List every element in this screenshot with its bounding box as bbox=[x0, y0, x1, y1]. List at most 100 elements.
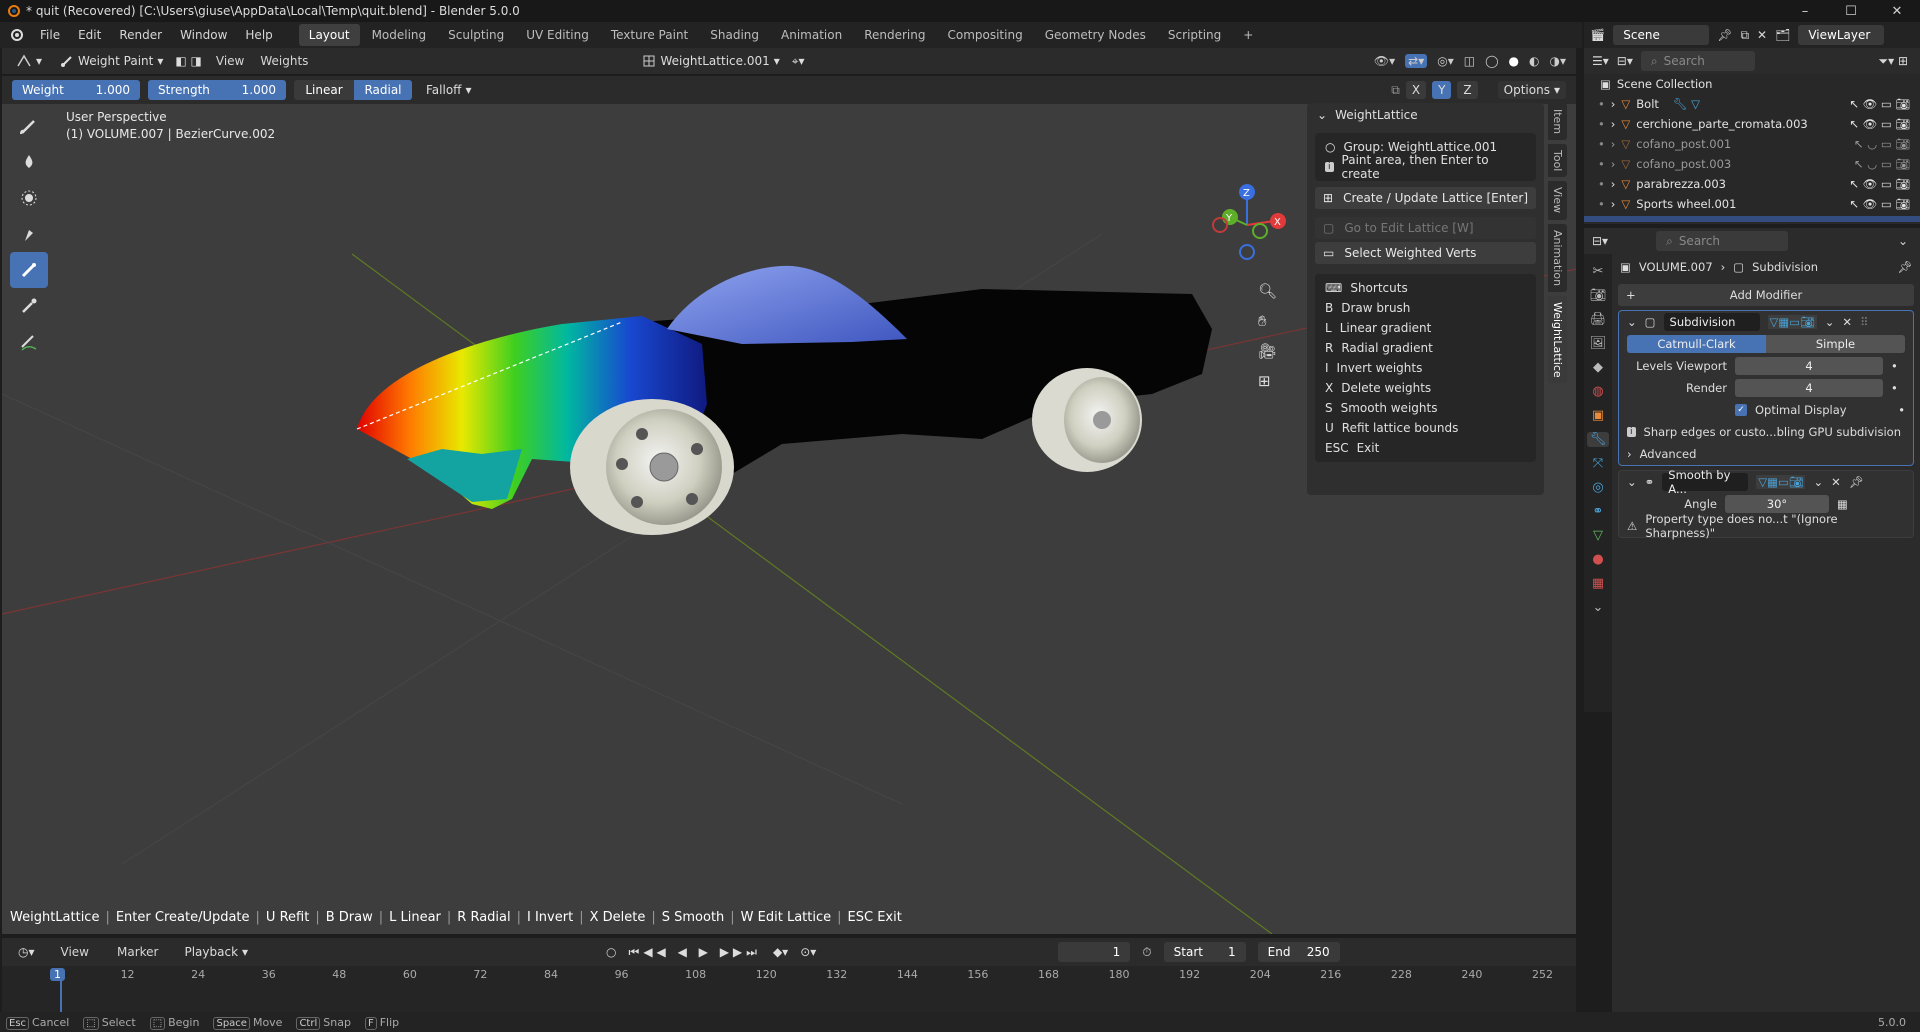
simple-button[interactable]: Simple bbox=[1766, 335, 1905, 353]
tool-tab-icon[interactable]: ✂ bbox=[1593, 264, 1604, 279]
end-frame-field[interactable]: End 250 bbox=[1257, 942, 1340, 962]
tab-layout[interactable]: Layout bbox=[298, 24, 360, 46]
dropdown-icon[interactable]: ⌄ bbox=[1825, 315, 1835, 329]
timeline-editor-dropdown[interactable]: ◷▾ bbox=[12, 943, 41, 961]
pan-hand-icon[interactable]: ✋︎ bbox=[1258, 312, 1277, 330]
start-frame-field[interactable]: Start 1 bbox=[1163, 942, 1246, 962]
menu-view[interactable]: View bbox=[208, 51, 252, 71]
radial-button[interactable]: Radial bbox=[354, 80, 412, 100]
menu-help[interactable]: Help bbox=[237, 25, 280, 45]
object-data-dropdown[interactable]: WeightLattice.001 ▾ bbox=[636, 52, 785, 70]
editor-type-dropdown[interactable]: ▾ bbox=[10, 52, 48, 70]
mode-dropdown[interactable]: Weight Paint ▾ bbox=[54, 52, 169, 70]
tab-compositing[interactable]: Compositing bbox=[937, 24, 1032, 46]
collapse-icon[interactable]: ⌄ bbox=[1627, 475, 1637, 489]
create-lattice-button[interactable]: ⊞ Create / Update Lattice [Enter] bbox=[1315, 187, 1536, 209]
view-layer-selector[interactable]: ViewLayer bbox=[1798, 25, 1885, 45]
options-chevron-icon[interactable]: ⌄ bbox=[1898, 234, 1920, 248]
keyframe-dot-icon[interactable]: • bbox=[1891, 359, 1898, 373]
outliner-editor-icon[interactable]: ☰▾ bbox=[1592, 54, 1609, 68]
close-button[interactable]: ✕ bbox=[1874, 4, 1920, 19]
smear-tool-button[interactable] bbox=[10, 216, 48, 252]
grid-view-icon[interactable]: ⊞ bbox=[1258, 372, 1277, 390]
menu-window[interactable]: Window bbox=[172, 25, 235, 45]
gizmo-icon[interactable]: ⇄▾ bbox=[1405, 54, 1428, 68]
tab-animation[interactable]: Animation bbox=[771, 24, 852, 46]
expand-icon[interactable]: › bbox=[1611, 177, 1616, 191]
new-scene-icon[interactable]: ⧉ bbox=[1740, 28, 1749, 43]
edit-mode-toggle-icon[interactable]: ▽▦▭📷︎ bbox=[1756, 475, 1806, 489]
dropdown-icon[interactable]: ⌄ bbox=[1813, 475, 1823, 489]
outliner-row[interactable]: • › ▽ Sports wheel.001 ↖ 👁 ▭ 📷︎ bbox=[1584, 194, 1920, 214]
tab-item[interactable]: Item bbox=[1548, 103, 1567, 141]
keyframe-dot-icon[interactable]: • bbox=[1898, 403, 1905, 417]
gradient-tool-button[interactable] bbox=[10, 252, 48, 288]
tab-tool[interactable]: Tool bbox=[1548, 144, 1567, 178]
record-icon[interactable]: ○ bbox=[606, 945, 616, 959]
playback-dropdown[interactable]: Playback ▾ bbox=[178, 943, 254, 961]
data-tab-icon[interactable]: ▽ bbox=[1593, 528, 1603, 543]
rendered-shading-icon[interactable]: ◑▾ bbox=[1550, 54, 1567, 68]
tab-weightlattice[interactable]: WeightLattice bbox=[1548, 295, 1567, 384]
tab-uv-editing[interactable]: UV Editing bbox=[516, 24, 599, 46]
blur-tool-button[interactable] bbox=[10, 144, 48, 180]
row-toggles[interactable]: ↖ ◡ ▭ 📷︎ bbox=[1854, 157, 1920, 171]
tab-shading[interactable]: Shading bbox=[700, 24, 769, 46]
sample-tool-button[interactable] bbox=[10, 288, 48, 324]
angle-field[interactable]: 30° bbox=[1725, 495, 1829, 513]
tab-view[interactable]: View bbox=[1548, 181, 1567, 220]
remove-scene-icon[interactable]: ✕ bbox=[1757, 28, 1767, 42]
advanced-subpanel[interactable]: › Advanced bbox=[1619, 443, 1913, 465]
maximize-button[interactable]: ☐ bbox=[1828, 4, 1874, 19]
select-weighted-verts-button[interactable]: ▭ Select Weighted Verts bbox=[1315, 242, 1536, 264]
tab-scripting[interactable]: Scripting bbox=[1158, 24, 1231, 46]
view-layer-tab-icon[interactable]: 🖼︎ bbox=[1590, 336, 1607, 351]
material-tab-icon[interactable]: ● bbox=[1592, 552, 1603, 567]
timeline-body[interactable]: 1 12 24 36 48 60 72 84 96 108 120 132 144 156 168 180 19… bbox=[2, 966, 1576, 1012]
linear-button[interactable]: Linear bbox=[294, 80, 354, 100]
menu-render[interactable]: Render bbox=[111, 25, 170, 45]
toggle-icons[interactable]: ◧ ◨ bbox=[169, 52, 208, 70]
wireframe-shading-icon[interactable]: ◯ bbox=[1485, 54, 1498, 68]
tab-geometry-nodes[interactable]: Geometry Nodes bbox=[1035, 24, 1156, 46]
remove-modifier-icon[interactable]: ✕ bbox=[1842, 315, 1852, 329]
selected-row-highlight[interactable] bbox=[1584, 216, 1920, 222]
remove-modifier-icon[interactable]: ✕ bbox=[1831, 475, 1841, 489]
minimize-button[interactable]: – bbox=[1782, 4, 1828, 19]
display-mode-icon[interactable]: ⊟▾ bbox=[1617, 54, 1633, 68]
pivot-dropdown[interactable]: ⌖▾ bbox=[786, 52, 811, 71]
falloff-dropdown[interactable]: Falloff ▾ bbox=[420, 81, 477, 99]
playhead[interactable] bbox=[60, 968, 62, 1012]
row-toggles[interactable]: ↖ ◡ ▭ 📷︎ bbox=[1854, 137, 1920, 151]
zoom-icon[interactable]: 🔍︎ bbox=[1258, 282, 1277, 300]
render-tab-icon[interactable]: 📷︎ bbox=[1590, 288, 1607, 303]
attribute-toggle-icon[interactable]: ▦ bbox=[1837, 497, 1848, 511]
overlay-icon[interactable]: ◎▾ bbox=[1437, 54, 1454, 68]
modifier-tab-icon[interactable]: 🔧︎ bbox=[1586, 432, 1610, 447]
keyframe-jump-icon[interactable]: ◆▾ bbox=[773, 945, 788, 959]
modifier-header[interactable]: ⌄ ▢ Subdivision ▽▦▭📷︎ ⌄ ✕ ⠿ bbox=[1619, 311, 1913, 333]
draw-tool-button[interactable] bbox=[10, 108, 48, 144]
outliner-row[interactable]: • › ▽ Bolt 🔧︎ ▽ ↖ 👁 ▭ 📷︎ bbox=[1584, 94, 1920, 114]
outliner-row[interactable]: • › ▽ cofano_post.003 ↖ ◡ ▭ 📷︎ bbox=[1584, 154, 1920, 174]
panel-header[interactable]: ⌄ WeightLattice bbox=[1307, 103, 1544, 127]
goto-edit-lattice-button[interactable]: ▢ Go to Edit Lattice [W] bbox=[1315, 217, 1536, 239]
average-tool-button[interactable] bbox=[10, 180, 48, 216]
constraints-tab-icon[interactable]: ⚭ bbox=[1593, 504, 1604, 519]
axis-x-toggle[interactable]: X bbox=[1405, 81, 1427, 99]
menu-edit[interactable]: Edit bbox=[70, 25, 109, 45]
add-workspace-button[interactable]: + bbox=[1233, 24, 1263, 46]
tab-modeling[interactable]: Modeling bbox=[362, 24, 437, 46]
timeline-view-menu[interactable]: View bbox=[53, 942, 97, 962]
properties-editor-icon[interactable]: ⊟▾ bbox=[1592, 234, 1608, 248]
pin-icon[interactable]: 📌︎ bbox=[1717, 28, 1732, 42]
keyframe-dot-icon[interactable]: • bbox=[1891, 381, 1898, 395]
menu-weights[interactable]: Weights bbox=[252, 51, 316, 71]
row-toggles[interactable]: ↖ 👁 ▭ 📷︎ bbox=[1849, 117, 1920, 131]
expand-icon[interactable]: › bbox=[1611, 197, 1616, 211]
tab-texture-paint[interactable]: Texture Paint bbox=[601, 24, 698, 46]
outliner-row[interactable]: • › ▽ cofano_post.001 ↖ ◡ ▭ 📷︎ bbox=[1584, 134, 1920, 154]
tab-rendering[interactable]: Rendering bbox=[854, 24, 935, 46]
current-frame-field[interactable]: 1 bbox=[1058, 942, 1131, 962]
output-tab-icon[interactable]: 🖨︎ bbox=[1590, 312, 1607, 327]
